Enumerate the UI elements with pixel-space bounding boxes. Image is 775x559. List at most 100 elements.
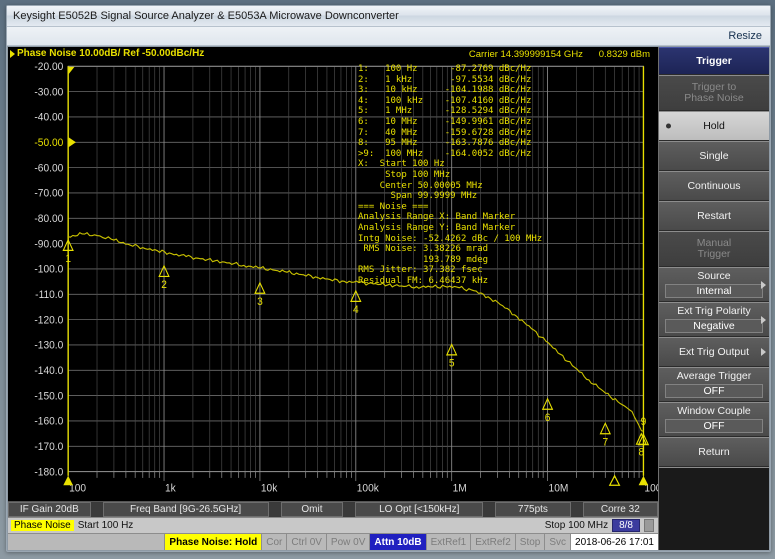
status-bar-spacer <box>8 534 165 550</box>
softkey-label: Single <box>699 149 729 162</box>
svg-text:2: 2 <box>161 279 167 291</box>
setting-segment[interactable]: 775pts <box>495 502 571 517</box>
svg-text:3: 3 <box>257 295 263 307</box>
status-indicator-box <box>644 519 654 532</box>
softkey-label: Hold <box>703 119 725 132</box>
svg-text:100k: 100k <box>357 482 380 494</box>
measurement-screen: Phase Noise 10.00dB/ Ref -50.00dBc/Hz Ca… <box>8 47 659 550</box>
softkey-group[interactable]: Window Couple OFF <box>659 402 769 437</box>
svg-text:-170.0: -170.0 <box>34 441 63 453</box>
average-count-badge: 8/8 <box>612 519 640 532</box>
menu-strip: Resize <box>7 27 770 46</box>
svg-text:1k: 1k <box>165 482 176 494</box>
softkey-button[interactable]: Restart <box>659 201 769 231</box>
softkey-list: Trigger to Phase Noise Hold Single Continuou… <box>659 75 769 467</box>
svg-text:-20.00: -20.00 <box>34 61 63 73</box>
segment-spacer <box>570 502 583 517</box>
softkey-label: Phase Noise <box>684 92 744 104</box>
status-item[interactable]: Cor <box>261 534 287 550</box>
trace-title-text: Phase Noise 10.00dB/ Ref -50.00dBc/Hz <box>17 48 205 59</box>
svg-text:-80.00: -80.00 <box>34 213 63 225</box>
setup-bar-left: Phase Noise Start 100 Hz <box>8 520 133 531</box>
softkey-button[interactable]: Continuous <box>659 171 769 201</box>
softkey-menu-title: Trigger <box>659 47 769 75</box>
softkey-group[interactable]: Average Trigger OFF <box>659 367 769 402</box>
softkey-label: Return <box>698 445 730 458</box>
setting-segment[interactable]: LO Opt [<150kHz] <box>355 502 484 517</box>
resize-button[interactable]: Resize <box>728 30 762 42</box>
softkey-button[interactable]: Return <box>659 437 769 467</box>
softkey-button: Trigger to Phase Noise <box>659 75 769 111</box>
softkey-label: Continuous <box>687 179 741 192</box>
status-item[interactable]: 2018-06-26 17:01 <box>570 534 658 550</box>
segment-spacer <box>268 502 281 517</box>
graph-area[interactable]: Carrier 14.399999154 GHz 0.8329 dBm -20.… <box>8 49 658 501</box>
softkey-value[interactable]: Negative <box>665 319 763 333</box>
svg-text:9: 9 <box>641 415 647 427</box>
setup-bar-right: Stop 100 MHz 8/8 <box>545 519 658 532</box>
segment-spacer <box>483 502 496 517</box>
status-item[interactable]: Phase Noise: Hold <box>164 534 262 550</box>
svg-text:-40.00: -40.00 <box>34 111 63 123</box>
status-item[interactable]: Attn 10dB <box>369 534 426 550</box>
svg-text:6: 6 <box>545 411 551 423</box>
status-item[interactable]: ExtRef1 <box>425 534 471 550</box>
chevron-right-icon <box>761 348 766 356</box>
chevron-right-icon <box>761 315 766 324</box>
svg-text:7: 7 <box>602 436 608 448</box>
svg-text:5: 5 <box>449 357 455 369</box>
setting-segment[interactable]: Freq Band [9G-26.5GHz] <box>102 502 269 517</box>
segment-spacer <box>90 502 103 517</box>
status-item[interactable]: Stop <box>514 534 545 550</box>
svg-text:-160.0: -160.0 <box>34 415 63 427</box>
application-window: Keysight E5052B Signal Source Analyzer &… <box>6 5 771 552</box>
softkey-value[interactable]: OFF <box>665 419 763 433</box>
svg-text:1M: 1M <box>453 482 467 494</box>
softkey-group[interactable]: Ext Trig Polarity Negative <box>659 302 769 337</box>
svg-text:-130.0: -130.0 <box>34 339 63 351</box>
softkey-button[interactable]: Ext Trig Output <box>659 337 769 367</box>
softkey-button[interactable]: Hold <box>659 111 769 141</box>
svg-text:10k: 10k <box>261 482 278 494</box>
setting-segment[interactable]: Omit <box>280 502 344 517</box>
svg-text:-140.0: -140.0 <box>34 365 63 377</box>
softkey-button[interactable]: Single <box>659 141 769 171</box>
instrument-main: Phase Noise 10.00dB/ Ref -50.00dBc/Hz Ca… <box>8 47 769 550</box>
softkey-filler <box>659 467 769 550</box>
setting-segment[interactable]: IF Gain 20dB <box>8 502 91 517</box>
softkey-label: Ext Trig Polarity <box>677 305 751 317</box>
start-frequency-label[interactable]: Start 100 Hz <box>78 520 134 531</box>
setting-segment[interactable]: Corre 32 <box>582 502 659 517</box>
svg-text:-120.0: -120.0 <box>34 314 63 326</box>
instrument-display: Phase Noise 10.00dB/ Ref -50.00dBc/Hz Ca… <box>7 46 770 551</box>
radio-selected-icon <box>666 123 671 129</box>
softkey-label: Trigger <box>697 248 731 260</box>
svg-text:1: 1 <box>65 253 71 265</box>
svg-text:4: 4 <box>353 304 359 316</box>
status-item[interactable]: Svc <box>544 534 571 550</box>
marker-analysis-readout: 1: 100 Hz -87.2769 dBc/Hz 2: 1 kHz -97.5… <box>358 64 543 286</box>
softkey-label: Ext Trig Output <box>678 345 750 358</box>
phase-noise-plot[interactable]: -20.00 -30.00 -40.00 -50.00 -60.00 -70.00 -80.… <box>8 60 658 501</box>
stimulus-setup-bar: Phase Noise Start 100 Hz Stop 100 MHz 8/… <box>8 517 658 533</box>
softkey-value[interactable]: Internal <box>665 284 763 298</box>
softkey-label: Average Trigger <box>676 370 752 382</box>
status-item[interactable]: Pow 0V <box>325 534 370 550</box>
svg-text:10M: 10M <box>549 482 569 494</box>
stop-frequency-label[interactable]: Stop 100 MHz <box>545 520 608 531</box>
window-title-bar: Keysight E5052B Signal Source Analyzer &… <box>7 6 770 27</box>
svg-text:-50.00: -50.00 <box>34 137 63 149</box>
status-item[interactable]: ExtRef2 <box>470 534 515 550</box>
window-title: Keysight E5052B Signal Source Analyzer &… <box>13 10 399 22</box>
softkey-label: Restart <box>697 209 731 222</box>
system-status-bar: Phase Noise: Hold Cor Ctrl 0V Pow 0V Attn 10… <box>8 533 658 550</box>
svg-text:-60.00: -60.00 <box>34 162 63 174</box>
status-item[interactable]: Ctrl 0V <box>286 534 326 550</box>
carrier-readout: Carrier 14.399999154 GHz 0.8329 dBm <box>468 49 650 60</box>
softkey-group[interactable]: Source Internal <box>659 267 769 302</box>
softkey-button: Manual Trigger <box>659 231 769 267</box>
chevron-right-icon <box>761 280 766 289</box>
softkey-value[interactable]: OFF <box>665 384 763 398</box>
channel-label[interactable]: Phase Noise <box>11 520 74 531</box>
svg-text:-100.0: -100.0 <box>34 263 63 275</box>
